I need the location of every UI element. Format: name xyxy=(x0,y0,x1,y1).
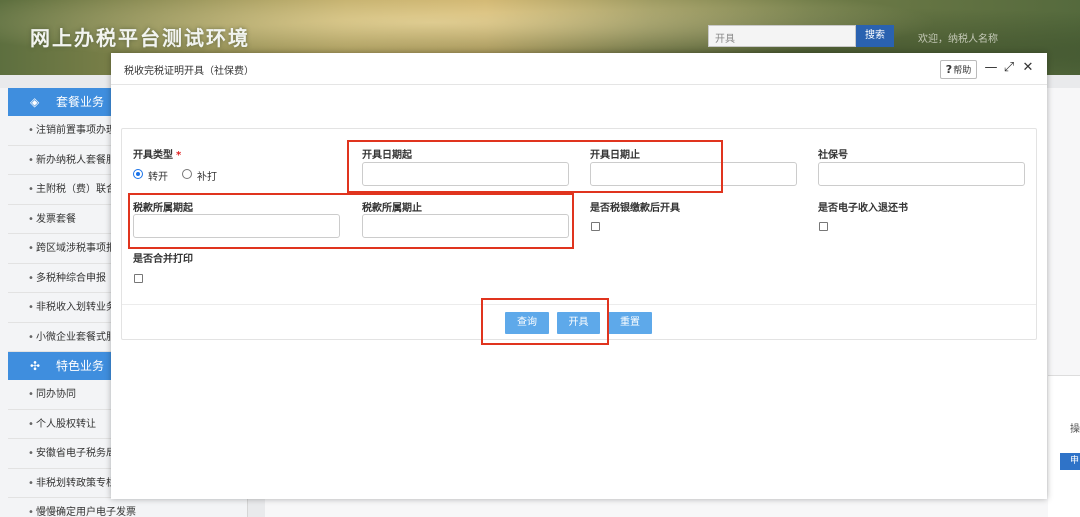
tax-certificate-dialog: 税收完税证明开具（社保费） ?帮助 — ⤢ ✕ 开具类型 * 转开 补打 开具日期… xyxy=(111,53,1047,499)
tax-period-start-field[interactable] xyxy=(133,214,340,238)
background-panel xyxy=(1048,375,1080,517)
date-start-field[interactable] xyxy=(362,162,569,186)
issue-button[interactable]: 开具 xyxy=(557,312,600,334)
reset-button[interactable]: 重置 xyxy=(608,312,652,334)
sidebar-item-label: 慢慢确定用户电子发票 xyxy=(36,507,136,517)
search-input[interactable]: 开具 xyxy=(708,25,856,47)
social-security-no-label: 社保号 xyxy=(818,150,848,161)
merge-print-label: 是否合并打印 xyxy=(133,254,193,265)
sidebar-item-label: 多税种综合申报 xyxy=(36,272,106,284)
after-payment-checkbox[interactable] xyxy=(591,222,600,231)
tax-period-start-label: 税款所属期起 xyxy=(133,203,193,214)
tax-period-end-field[interactable] xyxy=(362,214,569,238)
required-mark: * xyxy=(176,150,182,161)
after-payment-label: 是否税银缴款后开具 xyxy=(590,203,680,214)
date-start-label: 开具日期起 xyxy=(362,150,412,161)
social-security-no-field[interactable] xyxy=(818,162,1025,186)
date-end-label: 开具日期止 xyxy=(590,150,640,161)
sidebar-item-label: 安徽省电子税务局 xyxy=(36,448,116,459)
sidebar-item-label: 发票套餐 xyxy=(36,213,76,225)
background-operation-label: 操 xyxy=(1070,424,1080,435)
sidebar-group-label: 套餐业务 xyxy=(56,95,105,109)
sidebar-item-label: 同办协同 xyxy=(36,389,76,400)
dialog-title: 税收完税证明开具（社保费） xyxy=(124,66,254,77)
background-apply-button[interactable]: 申 xyxy=(1060,453,1080,470)
tax-period-end-label: 税款所属期止 xyxy=(362,203,422,214)
query-button[interactable]: 查询 xyxy=(505,312,549,334)
radio-reprint-label: 补打 xyxy=(197,172,217,183)
help-button[interactable]: ?帮助 xyxy=(940,60,977,79)
sidebar-item[interactable]: • 慢慢确定用户电子发票 xyxy=(8,498,247,517)
minimize-icon[interactable]: — xyxy=(984,59,998,77)
welcome-text: 欢迎，纳税人名称 xyxy=(918,34,998,45)
sidebar-item-label: 个人股权转让 xyxy=(36,418,96,430)
radio-reprint[interactable] xyxy=(182,169,192,179)
sidebar-item-label: 非税收入划转业务 xyxy=(36,302,116,313)
help-label: 帮助 xyxy=(953,66,972,76)
search-button[interactable]: 搜索 xyxy=(856,25,894,47)
e-refund-label: 是否电子收入退还书 xyxy=(818,203,908,214)
merge-print-checkbox[interactable] xyxy=(134,274,143,283)
sidebar-item-label: 非税划转政策专栏 xyxy=(36,477,116,489)
sidebar-item-label: 注销前置事项办理 xyxy=(36,125,116,136)
maximize-icon[interactable]: ⤢ xyxy=(1002,59,1016,77)
site-title: 网上办税平台测试环境 xyxy=(30,26,250,50)
help-icon: ? xyxy=(945,63,953,76)
close-icon[interactable]: ✕ xyxy=(1021,59,1035,77)
layers-icon: ◈ xyxy=(30,95,40,109)
date-end-field[interactable] xyxy=(590,162,797,186)
issue-type-label: 开具类型 * xyxy=(133,150,182,161)
query-form: 开具类型 * 转开 补打 开具日期起 开具日期止 社保号 税款所属期起 税款所属期… xyxy=(121,128,1037,340)
radio-transfer-label: 转开 xyxy=(148,172,168,183)
dialog-header: 税收完税证明开具（社保费） ?帮助 — ⤢ ✕ xyxy=(111,53,1047,85)
e-refund-checkbox[interactable] xyxy=(819,222,828,231)
radio-transfer[interactable] xyxy=(133,169,143,179)
grid-icon: ✣ xyxy=(30,359,41,373)
sidebar-group-label: 特色业务 xyxy=(56,359,105,373)
